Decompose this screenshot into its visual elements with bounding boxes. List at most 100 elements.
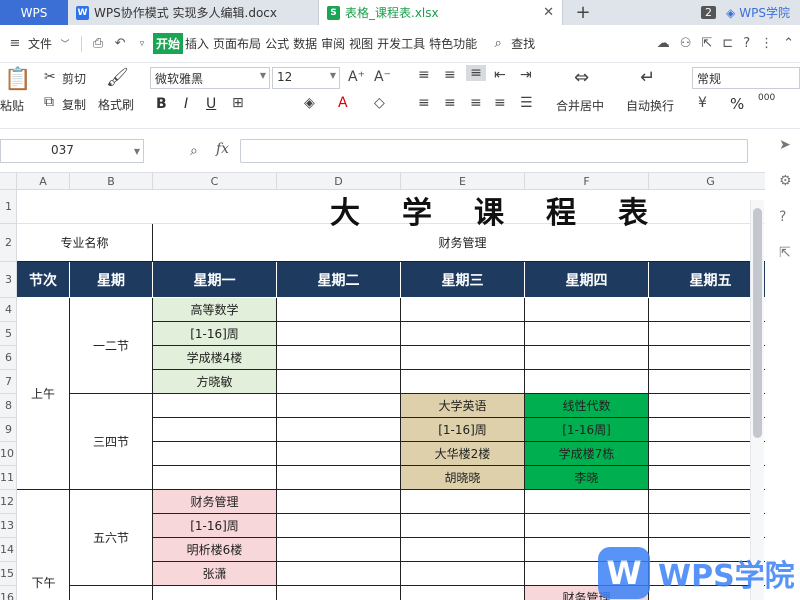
empty-cell[interactable] (277, 490, 401, 514)
empty-cell[interactable] (277, 442, 401, 466)
currency-icon[interactable]: ¥ (698, 95, 707, 111)
period-34-cell[interactable]: 三四节 (70, 394, 153, 490)
format-painter-icon[interactable]: 🖌 (106, 67, 129, 88)
menu-insert[interactable]: 插入 (183, 35, 211, 52)
course-cell[interactable]: 学成楼4楼 (153, 346, 277, 370)
course-cell[interactable]: 方晓敏 (153, 370, 277, 394)
decrease-font-icon[interactable]: A⁻ (374, 69, 391, 85)
course-cell[interactable]: [1-16周] (525, 418, 649, 442)
empty-cell[interactable] (525, 346, 649, 370)
empty-cell[interactable] (649, 298, 765, 322)
empty-cell[interactable] (649, 418, 765, 442)
hamburger-menu-icon[interactable]: ≡ (6, 36, 24, 51)
tab-docx[interactable]: W WPS协作模式 实现多人编辑.docx (68, 0, 318, 25)
close-icon[interactable]: ✕ (543, 5, 554, 20)
course-cell[interactable]: 张潇 (153, 562, 277, 586)
column-header[interactable]: B (70, 173, 153, 190)
empty-cell[interactable] (649, 346, 765, 370)
empty-cell[interactable] (277, 466, 401, 490)
empty-cell[interactable] (401, 514, 525, 538)
thousands-button[interactable]: 000 (758, 93, 775, 103)
menu-home[interactable]: 开始 (153, 33, 184, 54)
empty-cell[interactable] (649, 514, 765, 538)
empty-cell[interactable] (277, 346, 401, 370)
course-cell[interactable]: 大学英语 (401, 394, 525, 418)
scrollbar-thumb[interactable] (753, 208, 762, 438)
empty-cell[interactable] (525, 322, 649, 346)
help-icon[interactable]: ? (779, 209, 786, 225)
format-painter-button[interactable]: 格式刷 (98, 96, 134, 113)
course-cell[interactable]: 李晓 (525, 466, 649, 490)
underline-button[interactable]: U (206, 96, 216, 112)
toolbar-icon[interactable]: ⊏ (722, 36, 733, 51)
empty-cell[interactable] (649, 442, 765, 466)
header-cell[interactable]: 星期五 (649, 262, 765, 298)
cloud-sync-icon[interactable]: ☁ (657, 36, 670, 51)
empty-cell[interactable] (401, 562, 525, 586)
wrap-text-icon[interactable]: ↵ (640, 67, 655, 88)
fill-color-icon[interactable]: ◈ (304, 95, 315, 111)
course-cell[interactable]: 财务管理 (153, 490, 277, 514)
empty-cell[interactable] (277, 370, 401, 394)
window-count-badge[interactable]: 2 (701, 6, 717, 19)
empty-cell[interactable] (153, 442, 277, 466)
row-header[interactable]: 8 (0, 394, 17, 418)
menu-review[interactable]: 审阅 (319, 35, 347, 52)
chevron-down-icon[interactable]: ﹀ (56, 37, 74, 50)
font-color-icon[interactable]: A (338, 95, 348, 111)
column-header[interactable]: A (17, 173, 70, 190)
align-center-icon[interactable]: ≡ (444, 95, 456, 111)
paste-icon[interactable]: 📋 (4, 67, 31, 92)
fx-icon[interactable]: fx (216, 141, 229, 157)
empty-cell[interactable] (401, 490, 525, 514)
row-header[interactable]: 7 (0, 370, 17, 394)
header-cell[interactable]: 星期 (70, 262, 153, 298)
row-header[interactable]: 15 (0, 562, 17, 586)
course-cell[interactable]: [1-16]周 (153, 514, 277, 538)
wrap-text-button[interactable]: 自动换行 (626, 97, 674, 114)
paste-button[interactable]: 粘贴 (0, 97, 24, 114)
header-cell[interactable]: 星期一 (153, 262, 277, 298)
tab-xlsx[interactable]: S 表格_课程表.xlsx ✕ (318, 0, 563, 25)
share-icon[interactable]: ⇱ (779, 245, 791, 261)
user-icon[interactable]: ⚇ (680, 36, 692, 51)
course-cell[interactable]: 明析楼6楼 (153, 538, 277, 562)
cut-button[interactable]: 剪切 (62, 70, 86, 87)
number-format-select[interactable]: 常规 (692, 67, 800, 89)
row-header[interactable]: 2 (0, 224, 17, 262)
align-right-icon[interactable]: ≡ (470, 95, 482, 111)
empty-cell[interactable] (525, 514, 649, 538)
row-header[interactable]: 5 (0, 322, 17, 346)
increase-font-icon[interactable]: A⁺ (348, 69, 365, 85)
menu-data[interactable]: 数据 (291, 35, 319, 52)
empty-cell[interactable] (525, 490, 649, 514)
row-header[interactable]: 6 (0, 346, 17, 370)
header-cell[interactable]: 节次 (17, 262, 70, 298)
course-cell[interactable]: [1-16]周 (401, 418, 525, 442)
copy-button[interactable]: 复制 (62, 96, 86, 113)
empty-cell[interactable] (277, 322, 401, 346)
empty-cell[interactable] (277, 394, 401, 418)
menu-page-layout[interactable]: 页面布局 (211, 35, 263, 52)
empty-cell[interactable] (525, 298, 649, 322)
empty-cell[interactable] (401, 346, 525, 370)
afternoon-label-text[interactable]: 下午 (17, 572, 70, 592)
indent-decrease-icon[interactable]: ⇤ (494, 67, 506, 83)
percent-button[interactable]: % (730, 95, 744, 113)
empty-cell[interactable] (277, 298, 401, 322)
row-header[interactable]: 14 (0, 538, 17, 562)
menu-formula[interactable]: 公式 (263, 35, 291, 52)
align-left-icon[interactable]: ≡ (418, 95, 430, 111)
empty-cell[interactable] (277, 538, 401, 562)
font-name-select[interactable]: 微软雅黑 ▼ (150, 67, 270, 89)
align-bottom-icon[interactable]: ≡ (466, 65, 486, 81)
morning-label-cell[interactable]: 上午 (17, 298, 70, 490)
bold-button[interactable]: B (156, 96, 167, 112)
row-header[interactable]: 9 (0, 418, 17, 442)
course-cell[interactable]: 大华楼2楼 (401, 442, 525, 466)
row-header[interactable]: 13 (0, 514, 17, 538)
save-icon[interactable]: ⎙ (89, 36, 107, 51)
empty-cell[interactable] (401, 370, 525, 394)
empty-cell[interactable] (401, 298, 525, 322)
row-header[interactable]: 4 (0, 298, 17, 322)
